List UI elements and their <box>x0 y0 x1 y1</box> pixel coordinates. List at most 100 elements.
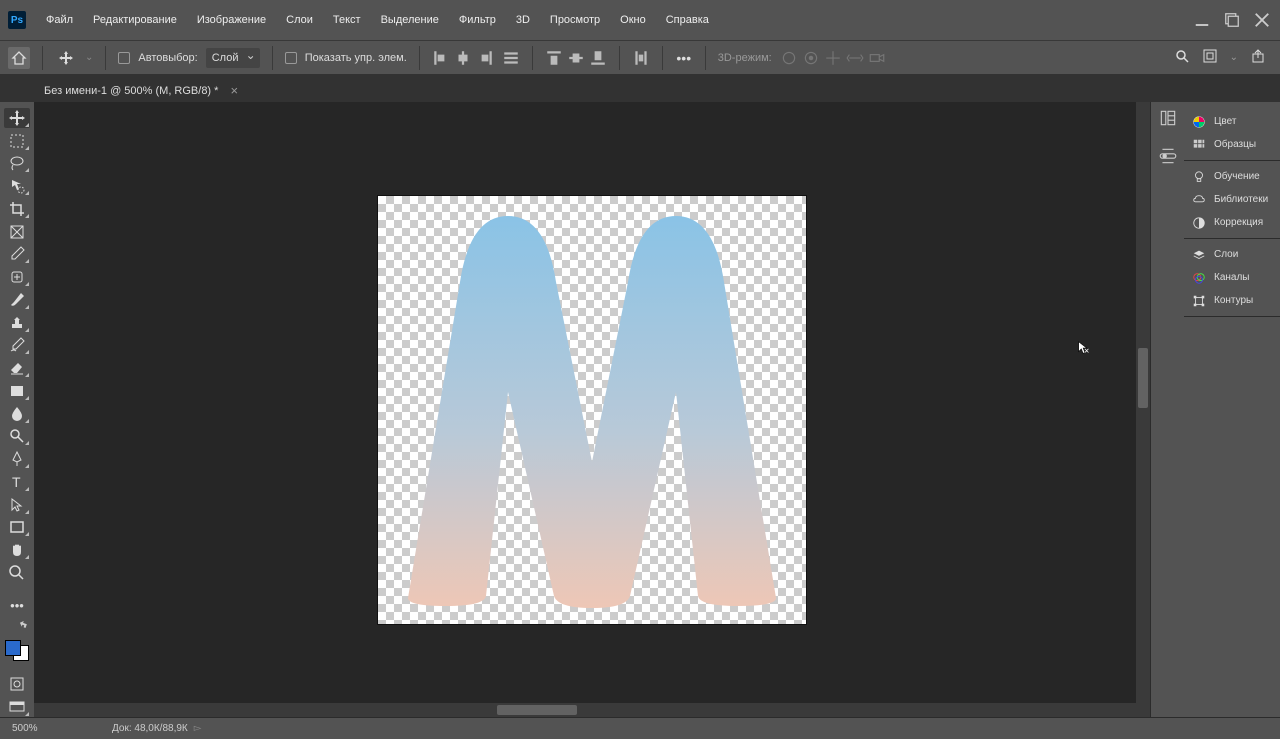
gradient-tool[interactable] <box>4 381 30 401</box>
option-bar-right: ⌄ <box>1174 48 1272 67</box>
vertical-scrollbar[interactable] <box>1136 102 1150 717</box>
3d-slide-icon <box>846 49 864 67</box>
window-controls <box>1192 10 1272 30</box>
document-tab-row: Без имени-1 @ 500% (M, RGB/8) * × <box>0 74 1280 102</box>
collapsed-dock <box>1150 102 1184 717</box>
clone-stamp-tool[interactable] <box>4 313 30 333</box>
menu-layers[interactable]: Слои <box>278 10 321 30</box>
lasso-tool[interactable] <box>4 154 30 174</box>
panel-libraries[interactable]: Библиотеки <box>1184 188 1280 211</box>
eraser-tool[interactable] <box>4 358 30 378</box>
distribute-bottom-icon[interactable] <box>589 49 607 67</box>
history-brush-tool[interactable] <box>4 336 30 356</box>
menu-file[interactable]: Файл <box>38 10 81 30</box>
autoselect-target-select[interactable]: Слой <box>206 48 260 68</box>
menu-filter[interactable]: Фильтр <box>451 10 504 30</box>
status-bar: 500% Док: 48,0К/88,9К▻ <box>0 717 1280 739</box>
tool-palette: T ••• <box>0 102 34 717</box>
menu-bar: Ps Файл Редактирование Изображение Слои … <box>0 0 1280 40</box>
hand-tool[interactable] <box>4 540 30 560</box>
quick-mask-icon[interactable] <box>4 674 30 694</box>
horizontal-scrollbar[interactable] <box>34 703 1136 717</box>
eyedropper-tool[interactable] <box>4 245 30 265</box>
brush-tool[interactable] <box>4 290 30 310</box>
3d-controls-group <box>780 49 886 67</box>
properties-panel-icon[interactable] <box>1158 146 1178 166</box>
panel-adjustments[interactable]: Коррекция <box>1184 211 1280 234</box>
app-logo: Ps <box>8 11 26 29</box>
panel-swatches[interactable]: Образцы <box>1184 133 1280 156</box>
menu-view[interactable]: Просмотр <box>542 10 608 30</box>
panel-channels[interactable]: Каналы <box>1184 266 1280 289</box>
zoom-value[interactable]: 500% <box>12 723 72 734</box>
svg-text:T: T <box>12 474 21 490</box>
share-icon[interactable] <box>1250 48 1266 67</box>
search-icon[interactable] <box>1174 48 1190 67</box>
panel-paths[interactable]: Контуры <box>1184 289 1280 312</box>
menu-edit[interactable]: Редактирование <box>85 10 185 30</box>
menu-image[interactable]: Изображение <box>189 10 274 30</box>
panel-learn[interactable]: Обучение <box>1184 165 1280 188</box>
edit-toolbar-icon[interactable]: ••• <box>4 596 30 616</box>
blur-tool[interactable] <box>4 404 30 424</box>
distribute-spacing-icon[interactable] <box>632 49 650 67</box>
menu-window[interactable]: Окно <box>612 10 654 30</box>
close-button[interactable] <box>1252 10 1272 30</box>
align-hcenter-icon[interactable] <box>454 49 472 67</box>
3d-pan-icon <box>824 49 842 67</box>
align-right-icon[interactable] <box>476 49 494 67</box>
show-controls-checkbox[interactable] <box>285 52 297 64</box>
doc-size-value[interactable]: Док: 48,0К/88,9К▻ <box>112 723 201 734</box>
screen-mode-icon[interactable] <box>4 697 30 717</box>
main-menu: Файл Редактирование Изображение Слои Тек… <box>38 10 1192 30</box>
distribute-top-icon[interactable] <box>545 49 563 67</box>
crop-tool[interactable] <box>4 199 30 219</box>
rectangular-marquee-tool[interactable] <box>4 131 30 151</box>
document-tab[interactable]: Без имени-1 @ 500% (M, RGB/8) * × <box>34 78 248 102</box>
move-cursor-icon <box>1076 340 1092 359</box>
document-canvas[interactable] <box>378 196 806 624</box>
history-panel-icon[interactable] <box>1158 108 1178 128</box>
pen-tool[interactable] <box>4 449 30 469</box>
menu-3d[interactable]: 3D <box>508 10 538 30</box>
align-more-icon[interactable] <box>502 49 520 67</box>
panel-layers[interactable]: Слои <box>1184 243 1280 266</box>
path-selection-tool[interactable] <box>4 495 30 515</box>
type-tool[interactable]: T <box>4 472 30 492</box>
menu-text[interactable]: Текст <box>325 10 369 30</box>
horizontal-scrollbar-thumb[interactable] <box>497 705 577 715</box>
workspace: T ••• <box>0 102 1280 717</box>
move-tool-icon <box>55 47 77 69</box>
dodge-tool[interactable] <box>4 427 30 447</box>
minimize-button[interactable] <box>1192 10 1212 30</box>
align-horizontal-group <box>432 49 494 67</box>
canvas-area[interactable] <box>34 102 1150 717</box>
menu-select[interactable]: Выделение <box>373 10 447 30</box>
distribute-group <box>545 49 607 67</box>
3d-roll-icon <box>802 49 820 67</box>
document-tab-title: Без имени-1 @ 500% (M, RGB/8) * <box>44 85 218 97</box>
autoselect-checkbox[interactable] <box>118 52 130 64</box>
frame-icon[interactable] <box>1202 48 1218 67</box>
frame-tool[interactable] <box>4 222 30 242</box>
swap-colors-icon[interactable] <box>18 621 28 631</box>
3d-orbit-icon <box>780 49 798 67</box>
panel-color[interactable]: Цвет <box>1184 110 1280 133</box>
foreground-color[interactable] <box>5 640 21 656</box>
healing-brush-tool[interactable] <box>4 267 30 287</box>
options-bar: ⌄ Автовыбор: Слой Показать упр. элем. ••… <box>0 40 1280 74</box>
align-left-icon[interactable] <box>432 49 450 67</box>
3d-camera-icon <box>868 49 886 67</box>
close-tab-icon[interactable]: × <box>230 83 238 98</box>
overflow-menu-icon[interactable]: ••• <box>675 49 693 67</box>
home-button[interactable] <box>8 47 30 69</box>
quick-selection-tool[interactable] <box>4 176 30 196</box>
rectangle-shape-tool[interactable] <box>4 518 30 538</box>
zoom-tool[interactable] <box>4 563 30 583</box>
menu-help[interactable]: Справка <box>658 10 717 30</box>
distribute-vcenter-icon[interactable] <box>567 49 585 67</box>
color-swatches[interactable] <box>5 640 29 662</box>
vertical-scrollbar-thumb[interactable] <box>1138 348 1148 408</box>
move-tool[interactable] <box>4 108 30 128</box>
maximize-button[interactable] <box>1222 10 1242 30</box>
